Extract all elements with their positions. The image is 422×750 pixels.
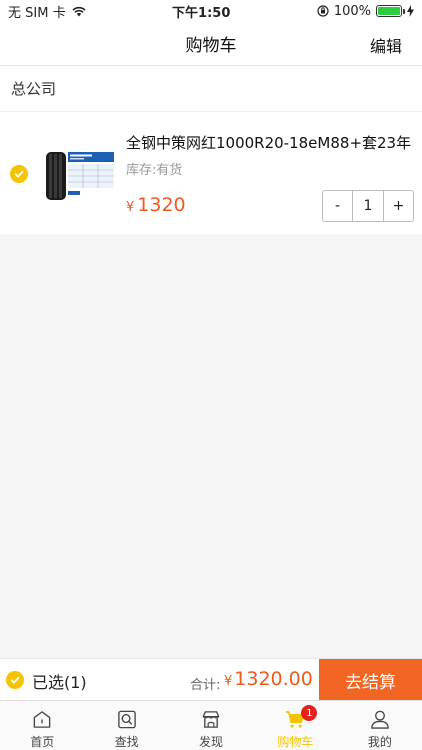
tab-label: 发现 <box>199 735 224 749</box>
store-icon <box>202 711 220 728</box>
tab-cart[interactable]: 1 购物车 <box>253 701 337 750</box>
total-currency-symbol: ¥ <box>224 674 233 689</box>
tab-label: 我的 <box>367 735 392 749</box>
item-select-checkbox[interactable] <box>10 165 28 183</box>
tab-label: 首页 <box>30 735 55 749</box>
charging-icon <box>407 5 414 17</box>
total-amount: ¥1320.00 <box>224 668 313 690</box>
status-left: 无 SIM 卡 <box>8 2 86 21</box>
search-icon <box>117 710 136 729</box>
tab-bar: 首页 查找 发现 1 购物车 我的 <box>0 700 422 750</box>
carrier-text: 无 SIM 卡 <box>8 5 66 21</box>
selected-count: 已选(1) <box>32 673 87 692</box>
checkout-button[interactable]: 去结算 <box>319 659 422 701</box>
product-name[interactable]: 全钢中策网红1000R20-18eM88+套23年 <box>126 132 411 153</box>
tab-home[interactable]: 首页 <box>0 701 84 750</box>
price-value: 1320 <box>137 194 186 216</box>
orientation-lock-icon <box>317 5 329 17</box>
quantity-stepper: - 1 + <box>322 190 414 222</box>
page-title: 购物车 <box>185 36 237 56</box>
status-bar: 无 SIM 卡 下午1:50 100% <box>0 0 422 22</box>
product-price: ¥1320 <box>126 194 186 216</box>
total-label: 合计: <box>190 678 221 693</box>
tab-discover[interactable]: 发现 <box>169 701 253 750</box>
currency-symbol: ¥ <box>126 200 135 215</box>
increase-button[interactable]: + <box>384 191 413 221</box>
tab-label: 查找 <box>114 735 139 749</box>
checkout-bar: 已选(1) 合计: ¥1320.00 去结算 <box>0 658 422 701</box>
total-value: 1320.00 <box>234 668 313 690</box>
stock-status: 库存:有货 <box>126 163 183 178</box>
cart-badge: 1 <box>301 705 318 721</box>
select-all-checkbox[interactable] <box>6 671 24 689</box>
tab-search[interactable]: 查找 <box>84 701 168 750</box>
clock-text: 下午1:50 <box>172 5 231 21</box>
profile-icon <box>371 710 389 729</box>
tab-profile[interactable]: 我的 <box>338 701 422 750</box>
company-name: 总公司 <box>11 80 57 98</box>
checkmark-icon <box>10 676 20 684</box>
store-group-header: 总公司 <box>0 66 422 112</box>
battery-icon <box>376 5 405 17</box>
home-icon <box>33 711 51 728</box>
nav-bar: 购物车 编辑 <box>0 22 422 66</box>
status-right: 100% <box>317 4 414 19</box>
decrease-button[interactable]: - <box>323 191 352 221</box>
edit-button[interactable]: 编辑 <box>370 33 402 57</box>
battery-percent: 100% <box>333 3 371 19</box>
quantity-field[interactable]: 1 <box>352 191 384 221</box>
wifi-icon <box>72 6 86 16</box>
product-thumbnail[interactable] <box>42 148 118 204</box>
tab-label: 购物车 <box>277 735 314 749</box>
checkmark-icon <box>14 170 24 178</box>
